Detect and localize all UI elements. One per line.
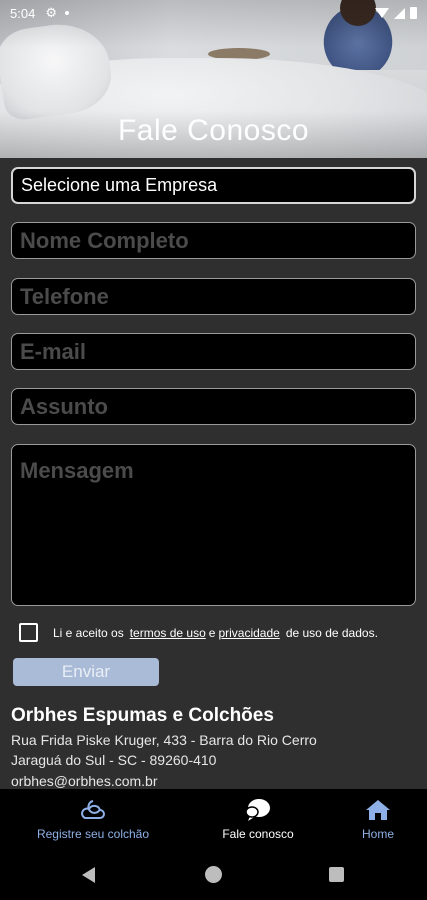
phone-input[interactable]: Telefone — [11, 278, 416, 315]
system-nav-bar — [0, 852, 427, 900]
chat-bubble-icon — [244, 798, 272, 822]
send-button[interactable]: Enviar — [13, 658, 159, 686]
recent-apps-icon[interactable] — [329, 867, 344, 882]
nav-label-home: Home — [361, 827, 394, 841]
company-name: Orbhes Espumas e Colchões — [11, 705, 274, 726]
wifi-icon — [375, 8, 389, 18]
company-select[interactable]: Selecione uma Empresa — [11, 167, 416, 204]
settings-gear-icon: ⚙ — [45, 5, 57, 20]
battery-icon — [410, 7, 417, 19]
message-textarea[interactable]: Mensagem — [11, 444, 416, 606]
terms-prefix: Li e aceito os — [53, 625, 124, 640]
terms-checkbox[interactable] — [19, 623, 38, 642]
home-icon — [365, 798, 391, 822]
back-icon[interactable] — [82, 867, 95, 883]
email-input[interactable]: E-mail — [11, 333, 416, 370]
terms-conjunction: e — [208, 625, 216, 640]
nav-label-registre: Registre seu colchão — [36, 827, 150, 841]
terms-of-use-link[interactable]: termos de uso — [130, 626, 206, 640]
status-time: 5:04 — [10, 5, 36, 21]
page-title: Fale Conosco — [117, 114, 310, 147]
home-circle-icon[interactable] — [205, 866, 222, 883]
name-input[interactable]: Nome Completo — [11, 222, 416, 259]
subject-input[interactable]: Assunto — [11, 388, 416, 425]
company-address-line2: Jaraguá do Sul - SC - 89260-410 — [11, 752, 217, 768]
nav-label-fale-conosco: Fale conosco — [222, 827, 294, 841]
privacy-link[interactable]: privacidade — [218, 626, 279, 640]
notification-dot-icon — [64, 11, 69, 15]
nav-item-home[interactable]: Home — [353, 789, 403, 852]
status-bar: 5:04 ⚙ — [0, 0, 427, 26]
company-email[interactable]: orbhes@orbhes.com.br — [11, 773, 158, 789]
company-address-line1: Rua Frida Piske Kruger, 433 - Barra do R… — [11, 732, 317, 748]
signal-icon — [394, 7, 405, 19]
nav-item-registre[interactable]: Registre seu colchão — [30, 789, 156, 852]
terms-suffix: de uso de dados. — [285, 625, 378, 640]
nav-item-fale-conosco[interactable]: Fale conosco — [213, 789, 303, 852]
bottom-nav: Registre seu colchão Fale conosco Home — [0, 789, 427, 852]
terms-row: Li e aceito os termos de uso e privacida… — [19, 623, 378, 642]
weather-cloud-icon — [79, 798, 107, 822]
